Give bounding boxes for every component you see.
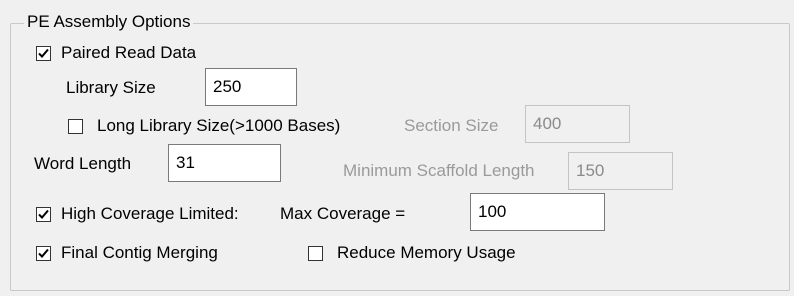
- section-size-input[interactable]: 400: [525, 105, 630, 143]
- paired-read-label: Paired Read Data: [61, 43, 197, 62]
- checkmark-icon: [38, 209, 49, 219]
- final-merging-checkbox[interactable]: [36, 245, 51, 261]
- reduce-memory-checkbox[interactable]: [308, 245, 323, 261]
- group-title: PE Assembly Options: [24, 10, 194, 34]
- long-library-row[interactable]: Long Library Size(>1000 Bases): [68, 114, 340, 138]
- paired-read-row[interactable]: Paired Read Data: [36, 42, 196, 64]
- high-coverage-checkbox[interactable]: [36, 206, 51, 222]
- section-size-row: Section Size: [404, 114, 499, 138]
- checkmark-icon: [38, 248, 49, 258]
- min-scaffold-label: Minimum Scaffold Length: [343, 161, 535, 180]
- max-coverage-label: Max Coverage =: [280, 204, 406, 223]
- library-size-label: Library Size: [66, 78, 156, 97]
- word-length-row: Word Length: [34, 152, 131, 176]
- reduce-memory-label: Reduce Memory Usage: [337, 243, 516, 262]
- max-coverage-row: Max Coverage =: [280, 202, 405, 226]
- high-coverage-label: High Coverage Limited:: [61, 204, 239, 223]
- min-scaffold-row: Minimum Scaffold Length: [343, 159, 535, 183]
- min-scaffold-input[interactable]: 150: [568, 152, 673, 190]
- library-size-input[interactable]: 250: [205, 68, 297, 106]
- library-size-row: Library Size: [66, 76, 156, 100]
- long-library-checkbox[interactable]: [68, 118, 83, 134]
- checkmark-icon: [38, 48, 49, 58]
- word-length-input[interactable]: 31: [168, 144, 281, 182]
- final-merging-row[interactable]: Final Contig Merging: [36, 241, 218, 265]
- section-size-label: Section Size: [404, 116, 499, 135]
- long-library-label: Long Library Size(>1000 Bases): [97, 116, 341, 135]
- word-length-label: Word Length: [34, 154, 132, 173]
- paired-read-checkbox[interactable]: [36, 45, 51, 61]
- reduce-memory-row[interactable]: Reduce Memory Usage: [308, 241, 516, 265]
- high-coverage-row[interactable]: High Coverage Limited:: [36, 202, 239, 226]
- final-merging-label: Final Contig Merging: [61, 243, 218, 262]
- max-coverage-input[interactable]: 100: [470, 193, 605, 231]
